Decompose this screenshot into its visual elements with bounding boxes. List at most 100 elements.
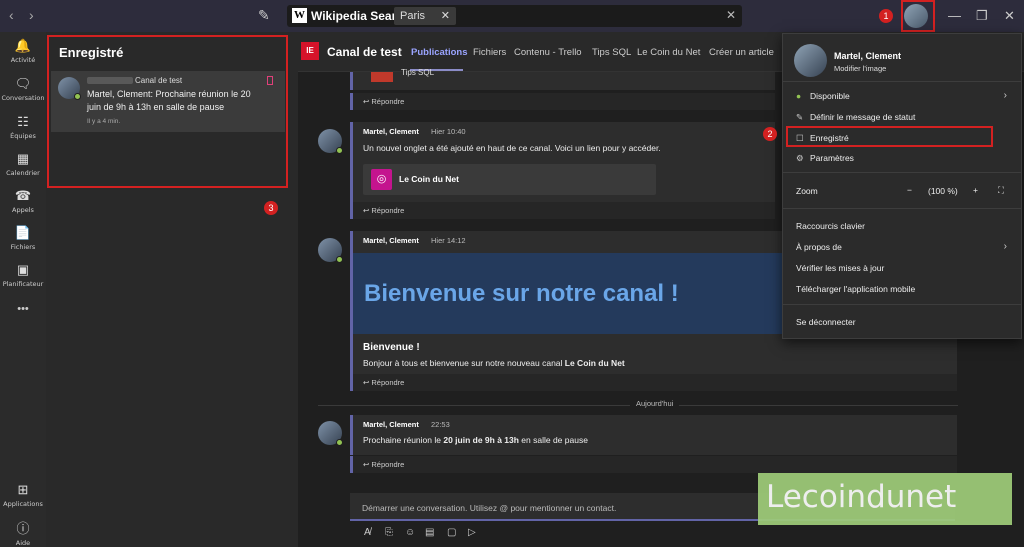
channel-name: Canal de test xyxy=(327,45,402,59)
reply-button[interactable]: ↩ Répondre xyxy=(350,374,957,391)
reply-label: Répondre xyxy=(371,206,405,215)
message-card: Tips SQL xyxy=(350,68,775,90)
presence-icon xyxy=(336,439,343,446)
menu-item-sign-out[interactable]: Se déconnecter xyxy=(796,317,856,327)
rail-item-applications[interactable]: ⊞ Applications xyxy=(0,482,46,508)
menu-user-name: Martel, Clement xyxy=(834,51,902,61)
search-chip-label: Paris xyxy=(400,10,426,22)
gear-icon: ⚙ xyxy=(796,153,804,163)
rail-label: Équipes xyxy=(10,132,36,140)
apps-icon: ⊞ xyxy=(17,482,29,497)
chip-close-icon[interactable]: ✕ xyxy=(441,7,450,25)
minimize-icon[interactable]: — xyxy=(948,8,961,23)
meet-icon[interactable]: ▷ xyxy=(468,527,476,538)
format-icon[interactable]: A̸ xyxy=(364,527,371,538)
rail-item-conversation[interactable]: 🗨 Conversation xyxy=(0,76,46,102)
avatar xyxy=(318,421,343,446)
annotation-highlight-box xyxy=(901,0,935,32)
rail-item-help[interactable]: ⓘ Aide xyxy=(0,518,46,547)
rail-label: Aide xyxy=(15,539,31,547)
sticker-icon[interactable]: ▢ xyxy=(447,527,456,538)
menu-item-about[interactable]: À propos de xyxy=(796,242,842,252)
reply-label: Répondre xyxy=(371,378,405,387)
post-body-text: Prochaine réunion le xyxy=(363,435,444,445)
tab-create-article[interactable]: Créer un article xyxy=(709,47,774,58)
reply-button[interactable]: ↩ Répondre xyxy=(350,456,957,473)
zoom-value: (100 %) xyxy=(928,186,958,196)
menu-avatar xyxy=(794,44,827,77)
menu-item-set-status[interactable]: ✎ Définir le message de statut xyxy=(796,112,915,123)
wikipedia-logo-icon: W xyxy=(292,8,307,23)
rail-item-activity[interactable]: 🔔 Activité xyxy=(0,38,46,64)
rail-item-planner[interactable]: ▣ Planificateur xyxy=(0,262,46,288)
tab-tips-sql[interactable]: Tips SQL xyxy=(592,47,631,58)
channel-logo: IE xyxy=(301,42,319,60)
back-arrow-icon[interactable]: ‹ xyxy=(9,7,14,23)
card-title: Le Coin du Net xyxy=(399,174,459,184)
presence-icon xyxy=(336,256,343,263)
post-body-text: en salle de pause xyxy=(518,435,588,445)
more-apps-button[interactable]: ••• xyxy=(0,303,46,315)
rail-item-calendar[interactable]: ▦ Calendrier xyxy=(0,151,46,177)
tab-files[interactable]: Fichiers xyxy=(473,47,506,58)
edit-image-link[interactable]: Modifier l'image xyxy=(834,64,886,73)
zoom-in-button[interactable]: + xyxy=(973,185,978,195)
card-title: Tips SQL xyxy=(401,68,435,77)
phone-icon: ☎ xyxy=(14,188,32,203)
rail-label: Calendrier xyxy=(6,169,40,177)
rail-item-teams[interactable]: ☷ Équipes xyxy=(0,114,46,140)
rail-item-calls[interactable]: ☎ Appels xyxy=(0,188,46,214)
message-post: Martel, Clement 22:53 Prochaine réunion … xyxy=(350,415,957,455)
menu-divider xyxy=(783,208,1021,209)
reply-button[interactable]: ↩ Répondre xyxy=(350,93,775,110)
chevron-right-icon: › xyxy=(1003,90,1007,101)
tab-coin-du-net[interactable]: Le Coin du Net xyxy=(637,47,700,58)
watermark-logo: Lecoindunet xyxy=(758,473,1012,525)
annotation-highlight-box xyxy=(786,126,993,147)
forward-arrow-icon[interactable]: › xyxy=(29,7,34,23)
tab-publications[interactable]: Publications xyxy=(411,47,467,58)
tips-sql-card-icon xyxy=(371,72,393,82)
reply-icon: ↩ xyxy=(363,460,370,469)
presence-icon xyxy=(336,147,343,154)
rail-label: Conversation xyxy=(1,94,45,102)
compose-icon[interactable]: ✎ xyxy=(258,7,270,24)
menu-item-shortcuts[interactable]: Raccourcis clavier xyxy=(796,221,865,231)
calendar-icon: ▦ xyxy=(16,151,30,166)
menu-item-label: Définir le message de statut xyxy=(810,112,916,122)
menu-item-status[interactable]: ● Disponible xyxy=(796,91,850,101)
profile-menu: Martel, Clement Modifier l'image ● Dispon… xyxy=(782,33,1022,339)
attach-icon[interactable]: ⎘ xyxy=(385,527,393,538)
tab-trello[interactable]: Contenu - Trello xyxy=(514,47,582,58)
search-clear-icon[interactable]: ✕ xyxy=(726,8,736,22)
close-icon[interactable]: ✕ xyxy=(1004,8,1015,24)
reply-label: Répondre xyxy=(371,97,405,106)
tab-link-card[interactable]: ◎ Le Coin du Net xyxy=(363,164,656,195)
post-body-bold: Le Coin du Net xyxy=(564,358,625,368)
rail-label: Fichiers xyxy=(10,243,36,251)
post-author: Martel, Clement xyxy=(363,127,419,136)
annotation-number: 1 xyxy=(879,9,893,23)
annotation-number: 3 xyxy=(264,201,278,215)
emoji-icon[interactable]: ☺ xyxy=(405,527,415,538)
post-body-bold: 20 juin de 9h à 13h xyxy=(443,435,519,445)
reply-button[interactable]: ↩ Répondre xyxy=(350,202,775,219)
post-author: Martel, Clement xyxy=(363,420,419,429)
menu-item-check-updates[interactable]: Vérifier les mises à jour xyxy=(796,263,884,273)
search-chip[interactable]: Paris ✕ xyxy=(394,7,456,25)
reply-label: Répondre xyxy=(371,460,405,469)
annotation-number: 2 xyxy=(763,127,777,141)
app-rail xyxy=(0,32,46,547)
message-post: Martel, Clement Hier 10:40 Un nouvel ong… xyxy=(350,122,775,202)
search-bar[interactable]: W Wikipedia Search Paris ✕ ✕ xyxy=(287,5,742,27)
help-icon: ⓘ xyxy=(16,521,30,536)
menu-item-settings[interactable]: ⚙ Paramètres xyxy=(796,153,854,164)
rail-item-files[interactable]: 📄 Fichiers xyxy=(0,225,46,251)
fullscreen-icon[interactable]: ⛶ xyxy=(998,185,1004,196)
zoom-out-button[interactable]: − xyxy=(907,185,912,195)
post-time: Hier 10:40 xyxy=(431,127,466,136)
menu-divider xyxy=(783,172,1021,173)
gif-icon[interactable]: ▤ xyxy=(425,527,434,538)
maximize-icon[interactable]: ❐ xyxy=(976,8,988,24)
menu-item-download-mobile[interactable]: Télécharger l'application mobile xyxy=(796,284,915,294)
